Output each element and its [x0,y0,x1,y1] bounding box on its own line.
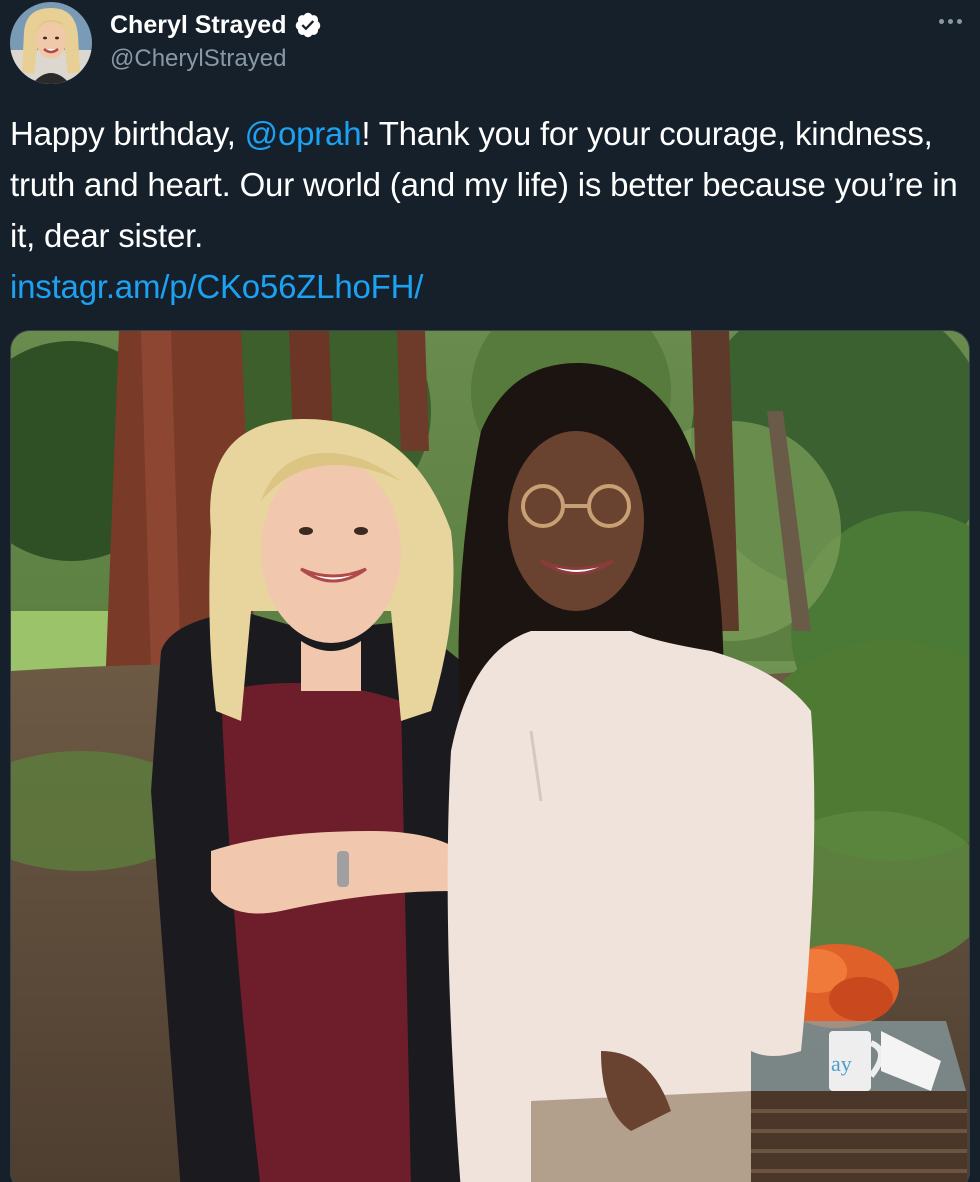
tweet-photo[interactable]: ay [10,330,970,1182]
author-name-row[interactable]: Cheryl Strayed [110,8,322,42]
tweet: Cheryl Strayed @CherylStrayed Happy birt… [0,0,980,1182]
display-name[interactable]: Cheryl Strayed [110,8,286,42]
dot [947,18,953,24]
tweet-text: Happy birthday, @oprah! Thank you for yo… [10,108,972,312]
profile-photo-icon [10,2,92,84]
mention-link[interactable]: @oprah [245,115,362,152]
dot [956,18,962,24]
author-handle[interactable]: @CherylStrayed [110,42,286,76]
mug-text: ay [831,1051,852,1076]
instagram-link[interactable]: instagr.am/p/CKo56ZLhoFH/ [10,268,423,305]
verified-badge-icon [296,12,321,38]
photo-two-women-in-forest-icon: ay [11,331,969,1182]
tweet-text-part1: Happy birthday, [10,115,245,152]
dot [938,18,944,24]
more-options-icon[interactable] [930,6,970,36]
avatar[interactable] [10,2,92,84]
